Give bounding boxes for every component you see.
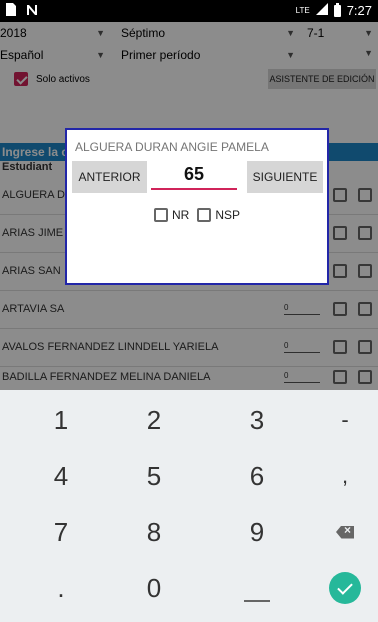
grade-input[interactable]: 65 xyxy=(151,164,237,190)
key-minus[interactable]: - xyxy=(298,394,378,446)
space-key[interactable] xyxy=(210,562,304,614)
backspace-key[interactable] xyxy=(298,506,378,558)
space-icon xyxy=(244,600,270,602)
key-comma[interactable]: , xyxy=(298,450,378,502)
grade-entry-dialog: ALGUERA DURAN ANGIE PAMELA ANTERIOR 65 S… xyxy=(65,128,329,285)
signal-icon xyxy=(315,3,328,18)
key-0[interactable]: 0 xyxy=(107,562,201,614)
dialog-student-name: ALGUERA DURAN ANGIE PAMELA xyxy=(75,140,269,154)
key-6[interactable]: 6 xyxy=(210,450,304,502)
key-7[interactable]: 7 xyxy=(14,506,108,558)
clock: 7:27 xyxy=(346,3,372,18)
nsp-label: NSP xyxy=(215,208,241,222)
dialog-options: NR NSP xyxy=(154,208,248,222)
key-2[interactable]: 2 xyxy=(107,394,201,446)
key-5[interactable]: 5 xyxy=(107,450,201,502)
key-decimal[interactable]: . xyxy=(14,562,108,614)
key-3[interactable]: 3 xyxy=(210,394,304,446)
key-4[interactable]: 4 xyxy=(14,450,108,502)
nr-label: NR xyxy=(172,208,190,222)
checkmark-icon xyxy=(329,572,361,604)
status-bar: LTE 7:27 xyxy=(0,0,378,22)
network-type: LTE xyxy=(295,6,310,15)
battery-icon xyxy=(333,2,341,17)
numeric-keyboard: 1 2 3 - 4 5 6 , 7 8 9 . 0 xyxy=(0,390,378,622)
sim-card-icon xyxy=(6,3,16,19)
done-key[interactable] xyxy=(298,562,378,614)
key-1[interactable]: 1 xyxy=(14,394,108,446)
nsp-checkbox[interactable] xyxy=(197,208,212,222)
previous-button[interactable]: ANTERIOR xyxy=(72,161,147,193)
backspace-icon xyxy=(336,525,354,539)
n-notification-icon xyxy=(26,4,38,19)
key-9[interactable]: 9 xyxy=(210,506,304,558)
next-button[interactable]: SIGUIENTE xyxy=(247,161,323,193)
key-8[interactable]: 8 xyxy=(107,506,201,558)
nr-checkbox[interactable] xyxy=(154,208,168,222)
